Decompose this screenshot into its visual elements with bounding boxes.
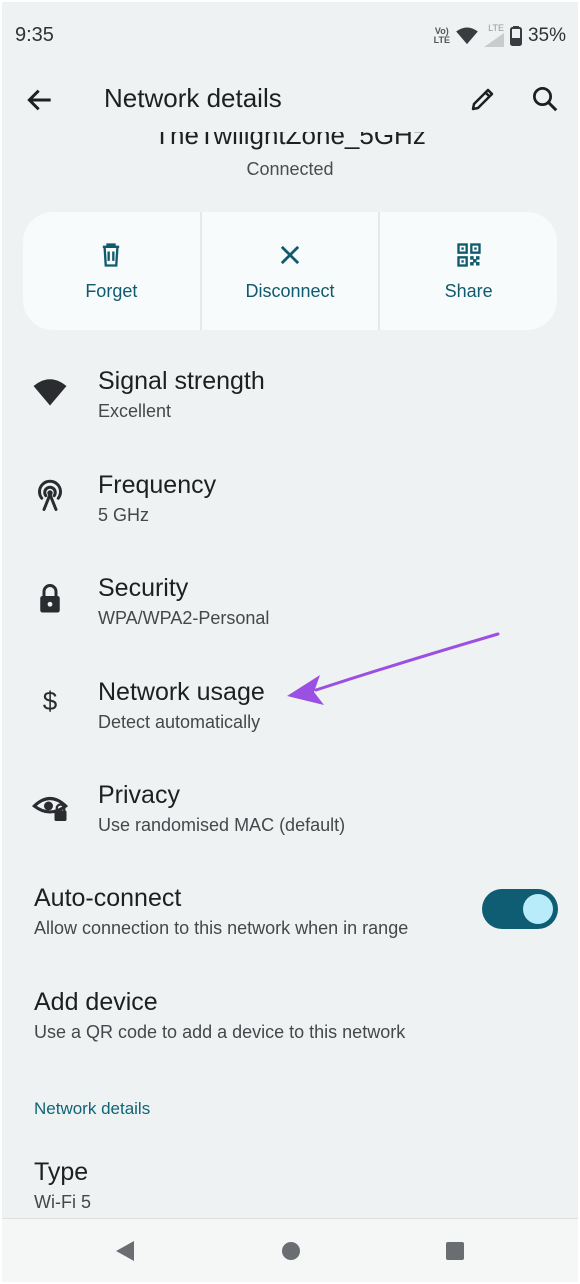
annotation-arrow <box>287 632 500 705</box>
nav-home-icon[interactable] <box>280 1239 302 1263</box>
nav-recents-icon[interactable] <box>444 1239 466 1263</box>
nav-back-icon[interactable] <box>114 1239 136 1263</box>
screen: TheTwilightZone_5GHz 9:35 Vo) LTE LTE 35%… <box>2 2 578 1282</box>
navigation-bar <box>2 1218 578 1282</box>
